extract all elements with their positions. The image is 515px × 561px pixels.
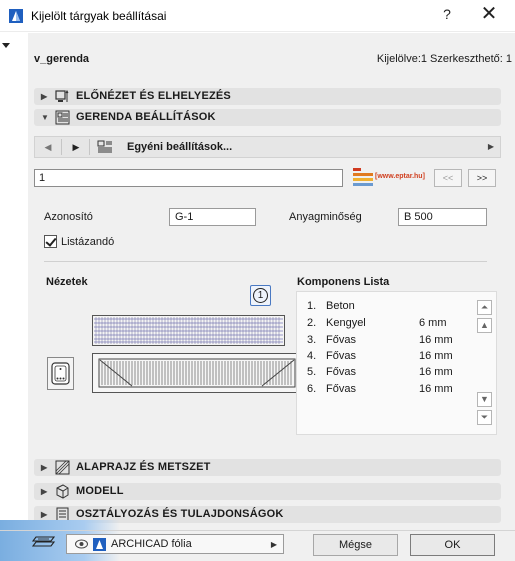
page-prev-button[interactable]: << [434,169,462,187]
ok-button[interactable]: OK [410,534,495,556]
scroll-bottom-icon[interactable]: ⏷ [477,410,492,425]
layer-name: ARCHICAD fólia [111,538,192,550]
expand-arrow-icon: ▶ [41,92,48,101]
list-item[interactable]: 4. Fővas 16 mm [307,350,477,365]
view-number: 1 [253,288,268,303]
section-classification-label: OSZTÁLYOZÁS ÉS TULAJDONSÁGOK [76,508,284,520]
model-cube-icon [56,484,69,499]
dialog-window: Kijelölt tárgyak beállításai ? ✕ v_geren… [0,0,515,561]
close-button[interactable]: ✕ [477,3,501,25]
view-number-badge[interactable]: 1 [250,285,271,306]
dropdown-arrow-icon: ▶ [270,540,277,549]
scroll-down-icon[interactable]: ▼ [477,392,492,407]
list-item[interactable]: 1. Beton [307,300,477,315]
list-item[interactable]: 5. Fővas 16 mm [307,366,477,381]
scroll-top-icon[interactable]: ⏶ [477,300,492,315]
scroll-up-icon[interactable]: ▲ [477,318,492,333]
section-beam-label: GERENDA BEÁLLÍTÁSOK [76,111,216,123]
section-model-label: MODELL [76,485,124,497]
section-preview-header[interactable]: ▶ ELŐNÉZET ÉS ELHELYEZÉS [34,88,501,105]
section-beam-header[interactable]: ▼ GERENDA BEÁLLÍTÁSOK [34,109,501,126]
custom-settings-icon [97,140,112,153]
collapse-arrow-icon: ▼ [41,113,49,122]
layer-select[interactable]: ARCHICAD fólia ▶ [66,534,284,554]
nav-divider [61,139,62,155]
id-field[interactable]: G-1 [169,208,256,226]
menu-arrow-icon[interactable]: ▶ [488,142,494,151]
window-title: Kijelölt tárgyak beállításai [31,9,167,23]
help-button[interactable]: ? [437,6,457,22]
selected-element-name: v_gerenda [34,53,90,65]
next-arrow-icon[interactable]: ▶ [65,137,87,157]
material-label: Anyagminőség [289,211,362,223]
list-item[interactable]: 6. Fővas 16 mm [307,383,477,398]
archicad-app-icon [9,9,23,23]
beam-section-view [47,357,74,390]
section-plan-header[interactable]: ▶ ALAPRAJZ ÉS METSZET [34,459,501,476]
settings-navbar: ◀ ▶ Egyéni beállítások... ▶ [34,136,501,158]
archicad-layer-icon [93,538,106,551]
id-label: Azonosító [44,211,93,223]
cancel-button[interactable]: Mégse [313,534,398,556]
expand-arrow-icon: ▶ [41,463,48,472]
eptar-logo-icon [353,168,373,186]
eye-icon[interactable] [75,539,88,549]
beam-elevation-view [92,353,302,393]
expand-arrow-icon: ▶ [41,510,48,519]
selection-count: Kijelölve:1 Szerkeszthető: 1 [376,53,512,65]
expand-arrow-icon: ▶ [41,487,48,496]
nav-divider [89,139,90,155]
section-preview-label: ELŐNÉZET ÉS ELHELYEZÉS [76,90,231,102]
listable-label: Listázandó [61,236,115,248]
components-list: 1. Beton 2. Kengyel 6 mm 3. Fővas 16 mm 4. Főv… [296,291,497,435]
eptar-logo: [www.eptar.hu] [351,166,425,188]
eptar-logo-text: [www.eptar.hu] [375,173,425,180]
list-item[interactable]: 3. Fővas 16 mm [307,334,477,349]
components-title: Komponens Lista [297,276,390,288]
section-stirrup-icon [51,362,70,385]
beam-settings-icon [55,110,70,125]
section-model-header[interactable]: ▶ MODELL [34,483,501,500]
custom-settings-label[interactable]: Egyéni beállítások... [127,141,232,153]
list-item[interactable]: 2. Kengyel 6 mm [307,317,477,332]
listable-checkbox[interactable] [44,235,57,248]
plan-section-icon [55,460,70,475]
beam-plan-view [92,315,285,346]
collapse-corner-icon[interactable] [2,43,10,48]
views-title: Nézetek [46,276,88,288]
element-id-input[interactable]: 1 [34,169,343,187]
page-next-button[interactable]: >> [468,169,496,187]
title-bar: Kijelölt tárgyak beállításai ? ✕ [0,0,515,32]
footer-divider [0,530,515,531]
layer-stack-icon[interactable] [32,534,56,550]
divider [44,261,487,262]
preview-icon [55,89,69,102]
material-field[interactable]: B 500 [398,208,487,226]
section-plan-label: ALAPRAJZ ÉS METSZET [76,461,211,473]
prev-arrow-icon[interactable]: ◀ [37,137,59,157]
